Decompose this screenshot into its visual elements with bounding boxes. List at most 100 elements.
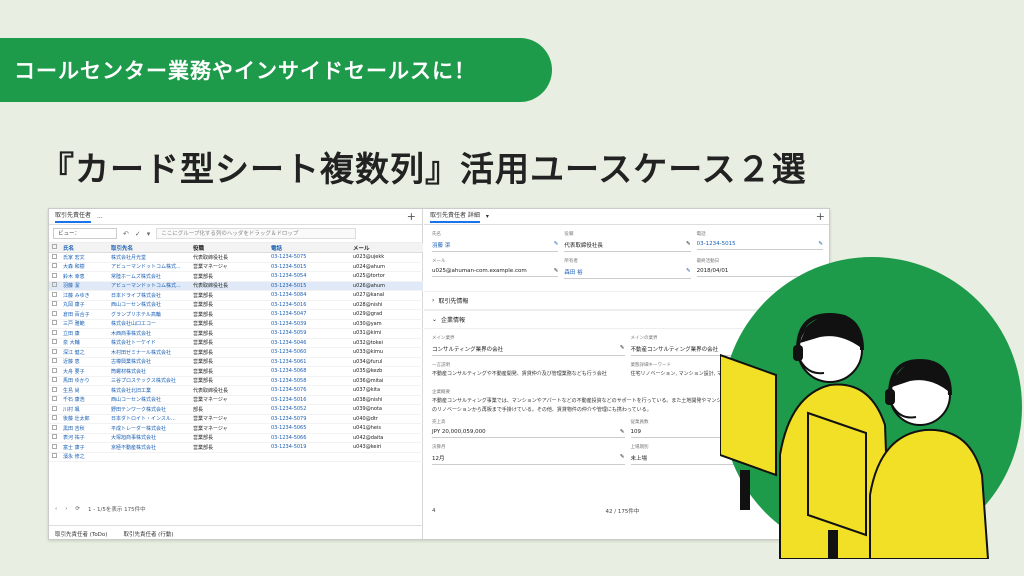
- pencil-icon[interactable]: ✎: [620, 429, 625, 435]
- table-row[interactable]: 鈴木 幸恵 常陸ホームズ株式会社 営業部長 03-1234-5054 u025@tort…: [49, 272, 423, 282]
- cell-name[interactable]: 生島 尚: [59, 387, 111, 394]
- tab-more[interactable]: ...: [97, 213, 103, 220]
- table-row[interactable]: 深江 健之 木村田ゼミナール株式会社 営業部長 03-1234-5060 u033@ki…: [49, 348, 423, 358]
- cell-name[interactable]: 倉田 百合子: [59, 311, 111, 318]
- pencil-icon[interactable]: ✎: [818, 241, 823, 247]
- row-checkbox[interactable]: [49, 434, 59, 441]
- cell-account[interactable]: 西山コーセン株式会社: [111, 301, 193, 308]
- table-row[interactable]: 丸岡 康子 西山コーセン株式会社 営業部長 03-1234-5016 u028@nish…: [49, 301, 423, 310]
- cell-name[interactable]: 富士 康子: [59, 444, 111, 451]
- cell-phone[interactable]: 03-1234-5058: [271, 378, 353, 384]
- next-page-icon[interactable]: ›: [65, 506, 67, 512]
- table-row[interactable]: 大森 和樹 アビューマンドットコム株式... 営業マネージャ 03-1234-5015…: [49, 263, 423, 272]
- cell-account[interactable]: 大塚旭商事株式会社: [111, 434, 193, 441]
- cell-name[interactable]: 大森 和樹: [59, 263, 111, 270]
- table-row[interactable]: 表河 祐子 大塚旭商事株式会社 営業部長 03-1234-5066 u042@daita: [49, 434, 423, 443]
- row-checkbox[interactable]: [49, 367, 59, 375]
- cell-phone[interactable]: 03-1234-5052: [271, 406, 353, 412]
- cell-phone[interactable]: 03-1234-5066: [271, 435, 353, 441]
- cell-phone[interactable]: 03-1234-5065: [271, 425, 353, 431]
- row-checkbox[interactable]: [49, 415, 59, 422]
- prev-page-icon[interactable]: ‹: [55, 506, 57, 512]
- table-row[interactable]: 馬田 ゆかり 三谷プロステックス株式会社 営業部長 03-1234-5058 u036@…: [49, 377, 423, 386]
- row-checkbox[interactable]: [49, 320, 59, 327]
- cell-account[interactable]: 京極不動産株式会社: [111, 444, 193, 451]
- table-row[interactable]: 江藤 みゆき 日本ドライブ株式会社 営業部長 03-1234-5084 u027@kan…: [49, 291, 423, 301]
- cell-phone[interactable]: 03-1234-5059: [271, 330, 353, 336]
- row-checkbox[interactable]: [49, 443, 59, 451]
- row-checkbox[interactable]: [49, 263, 59, 270]
- row-checkbox[interactable]: [49, 377, 59, 384]
- row-checkbox[interactable]: [49, 396, 59, 403]
- table-row[interactable]: 泉 大輔 株式会社トーケイド 営業部長 03-1234-5046 u032@tokei: [49, 339, 423, 348]
- row-checkbox[interactable]: [49, 386, 59, 394]
- table-row[interactable]: 三戸 雅範 株式会社山口エコー 営業部長 03-1234-5039 u030@yam: [49, 320, 423, 329]
- cell-phone[interactable]: 03-1234-5015: [271, 283, 353, 289]
- table-row[interactable]: 千石 康浩 西山コーセン株式会社 営業マネージャ 03-1234-5016 u038@n…: [49, 396, 423, 405]
- group-drop-zone[interactable]: ここにグループ化する列のヘッダをドラッグ＆ドロップ: [156, 228, 357, 239]
- row-checkbox[interactable]: [49, 453, 59, 460]
- col-header-phone[interactable]: 電話: [271, 244, 353, 252]
- field-email[interactable]: メール u025@ahuman-com.example.com ✎: [432, 258, 559, 279]
- cell-account[interactable]: 株式会社トーケイド: [111, 339, 193, 346]
- cell-account[interactable]: 木西商事株式会社: [111, 330, 193, 337]
- pencil-icon[interactable]: ✎: [686, 268, 691, 276]
- table-row[interactable]: 立田 康木西商事株式会社 営業部長 03-1234-5059 u031@kimi: [49, 329, 423, 339]
- cell-phone[interactable]: 03-1234-5076: [271, 387, 353, 393]
- cell-account[interactable]: アビューマンドットコム株式...: [111, 282, 193, 289]
- cell-account[interactable]: 古樽興業株式会社: [111, 358, 193, 365]
- check-icon[interactable]: ✓: [135, 230, 141, 238]
- cell-phone[interactable]: 03-1234-5016: [271, 397, 353, 403]
- cell-phone[interactable]: 03-1234-5068: [271, 368, 353, 374]
- table-row[interactable]: 羽藤 潔アビューマンドットコム株式... 代表取締役社長 03-1234-5015 u…: [49, 281, 423, 291]
- cell-phone[interactable]: 03-1234-5047: [271, 311, 353, 317]
- row-checkbox[interactable]: [49, 253, 59, 261]
- pencil-icon[interactable]: ✎: [554, 241, 559, 249]
- cell-phone[interactable]: 03-1234-5019: [271, 444, 353, 450]
- view-select[interactable]: ビュー：: [53, 228, 117, 239]
- field-revenue[interactable]: 売上高 JPY 20,000,059,000 ✎: [432, 419, 625, 438]
- cell-name[interactable]: 近藤 恵: [59, 358, 111, 365]
- row-checkbox[interactable]: [49, 310, 59, 318]
- row-checkbox[interactable]: [49, 282, 59, 289]
- cell-phone[interactable]: 03-1234-5075: [271, 254, 353, 260]
- col-header-email[interactable]: メール: [353, 244, 423, 252]
- cell-name[interactable]: 江藤 みゆき: [59, 292, 111, 299]
- tab-contacts[interactable]: 取引先責任者: [55, 210, 92, 223]
- tab-contact-detail[interactable]: 取引先責任者 詳細: [430, 210, 480, 223]
- table-row[interactable]: 富士 康子 京極不動産株式会社 営業部長 03-1234-5019 u043@keiri: [49, 443, 423, 453]
- row-checkbox[interactable]: [49, 272, 59, 280]
- cell-name[interactable]: 馬田 ゆかり: [59, 377, 111, 384]
- row-checkbox[interactable]: [49, 301, 59, 308]
- pencil-icon[interactable]: ✎: [620, 345, 625, 353]
- cell-name[interactable]: 三戸 雅範: [59, 320, 111, 327]
- field-fiscal-month[interactable]: 決算月 12月 ✎: [432, 444, 625, 465]
- col-header-title[interactable]: 役職: [193, 244, 271, 252]
- cell-phone[interactable]: 03-1234-5061: [271, 359, 353, 365]
- cell-account[interactable]: 株式会社山口エコー: [111, 320, 193, 327]
- table-row[interactable]: 大舟 要子 筒螺材株式会社 営業部長 03-1234-5068 u035@kezb: [49, 367, 423, 377]
- cell-account[interactable]: グランプリホテル高輪: [111, 311, 193, 318]
- cell-phone[interactable]: 03-1234-5054: [271, 273, 353, 279]
- col-header-name[interactable]: 氏名: [59, 244, 111, 252]
- chevron-down-icon[interactable]: ▾: [486, 213, 489, 220]
- table-row[interactable]: 濱永 修之: [49, 453, 423, 462]
- cell-name[interactable]: 深江 健之: [59, 349, 111, 356]
- cell-name[interactable]: 後藤 壮太郎: [59, 415, 111, 422]
- cell-phone[interactable]: 03-1234-5039: [271, 321, 353, 327]
- cell-account[interactable]: 野田テンワーク株式会社: [111, 406, 193, 413]
- table-row[interactable]: 倉田 百合子 グランプリホテル高輪 営業部長 03-1234-5047 u029@gra…: [49, 310, 423, 320]
- row-checkbox[interactable]: [49, 291, 59, 299]
- cell-name[interactable]: 鈴木 幸恵: [59, 273, 111, 280]
- cell-account[interactable]: 株式会社北旧工業: [111, 387, 193, 394]
- table-row[interactable]: 生島 尚株式会社北旧工業 代表取締役社長 03-1234-5076 u037@kita: [49, 386, 423, 396]
- undo-icon[interactable]: ↶: [123, 230, 129, 238]
- cell-name[interactable]: 大舟 要子: [59, 368, 111, 375]
- pencil-icon[interactable]: ✎: [620, 454, 625, 462]
- table-row[interactable]: 後藤 壮太郎 日本ダトロイト・インスル... 営業マネージャ 03-1234-5079…: [49, 415, 423, 424]
- cell-account[interactable]: 日本ダトロイト・インスル...: [111, 415, 193, 422]
- cell-name[interactable]: 氏家 宏文: [59, 254, 111, 261]
- add-tab-icon[interactable]: +: [816, 210, 825, 223]
- table-row[interactable]: 川村 颯野田テンワーク株式会社 部長 03-1234-5052 u039@nota: [49, 405, 423, 415]
- pencil-icon[interactable]: ✎: [686, 241, 691, 249]
